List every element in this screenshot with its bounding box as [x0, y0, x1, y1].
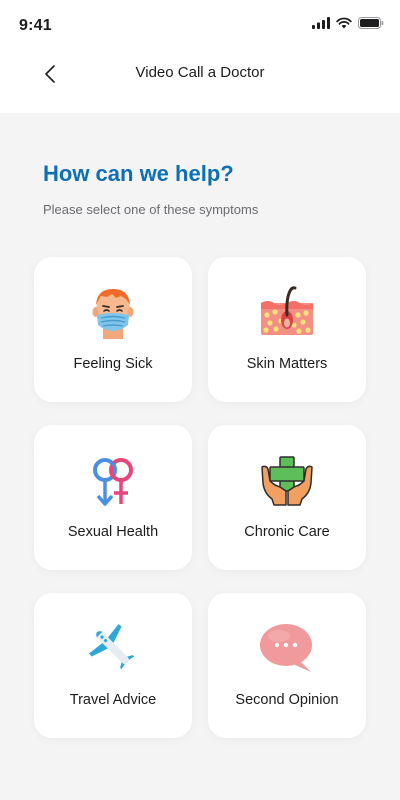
- skin-hair-follicle-icon: [261, 286, 313, 335]
- option-label: Second Opinion: [235, 692, 339, 708]
- option-label: Sexual Health: [67, 524, 159, 540]
- option-skin-matters[interactable]: Skin Matters: [208, 257, 366, 402]
- status-time: 9:41: [19, 17, 52, 34]
- option-label: Feeling Sick: [73, 356, 153, 372]
- section-heading: How can we help?: [43, 161, 234, 186]
- option-chronic-care[interactable]: Chronic Care: [208, 425, 366, 570]
- option-sexual-health[interactable]: Sexual Health: [34, 425, 192, 570]
- status-icons: [312, 17, 384, 29]
- signal-icon: [312, 17, 330, 29]
- page-title: Video Call a Doctor: [135, 64, 265, 81]
- gender-symbols-icon: [93, 458, 133, 506]
- option-travel-advice[interactable]: Travel Advice: [34, 593, 192, 738]
- option-second-opinion[interactable]: Second Opinion: [208, 593, 366, 738]
- option-label: Skin Matters: [246, 356, 328, 372]
- sick-person-mask-icon: [92, 289, 134, 339]
- hands-medical-cross-icon: [261, 456, 313, 506]
- speech-bubble-icon: [260, 624, 312, 672]
- option-label: Travel Advice: [69, 692, 157, 708]
- battery-icon: [358, 17, 384, 29]
- airplane-icon: [88, 623, 135, 670]
- option-feeling-sick[interactable]: Feeling Sick: [34, 257, 192, 402]
- option-label: Chronic Care: [244, 524, 330, 540]
- wifi-icon: [336, 17, 352, 29]
- section-subheading: Please select one of these symptoms: [43, 202, 259, 217]
- header: 9:41 Video Call a Doctor: [0, 0, 400, 113]
